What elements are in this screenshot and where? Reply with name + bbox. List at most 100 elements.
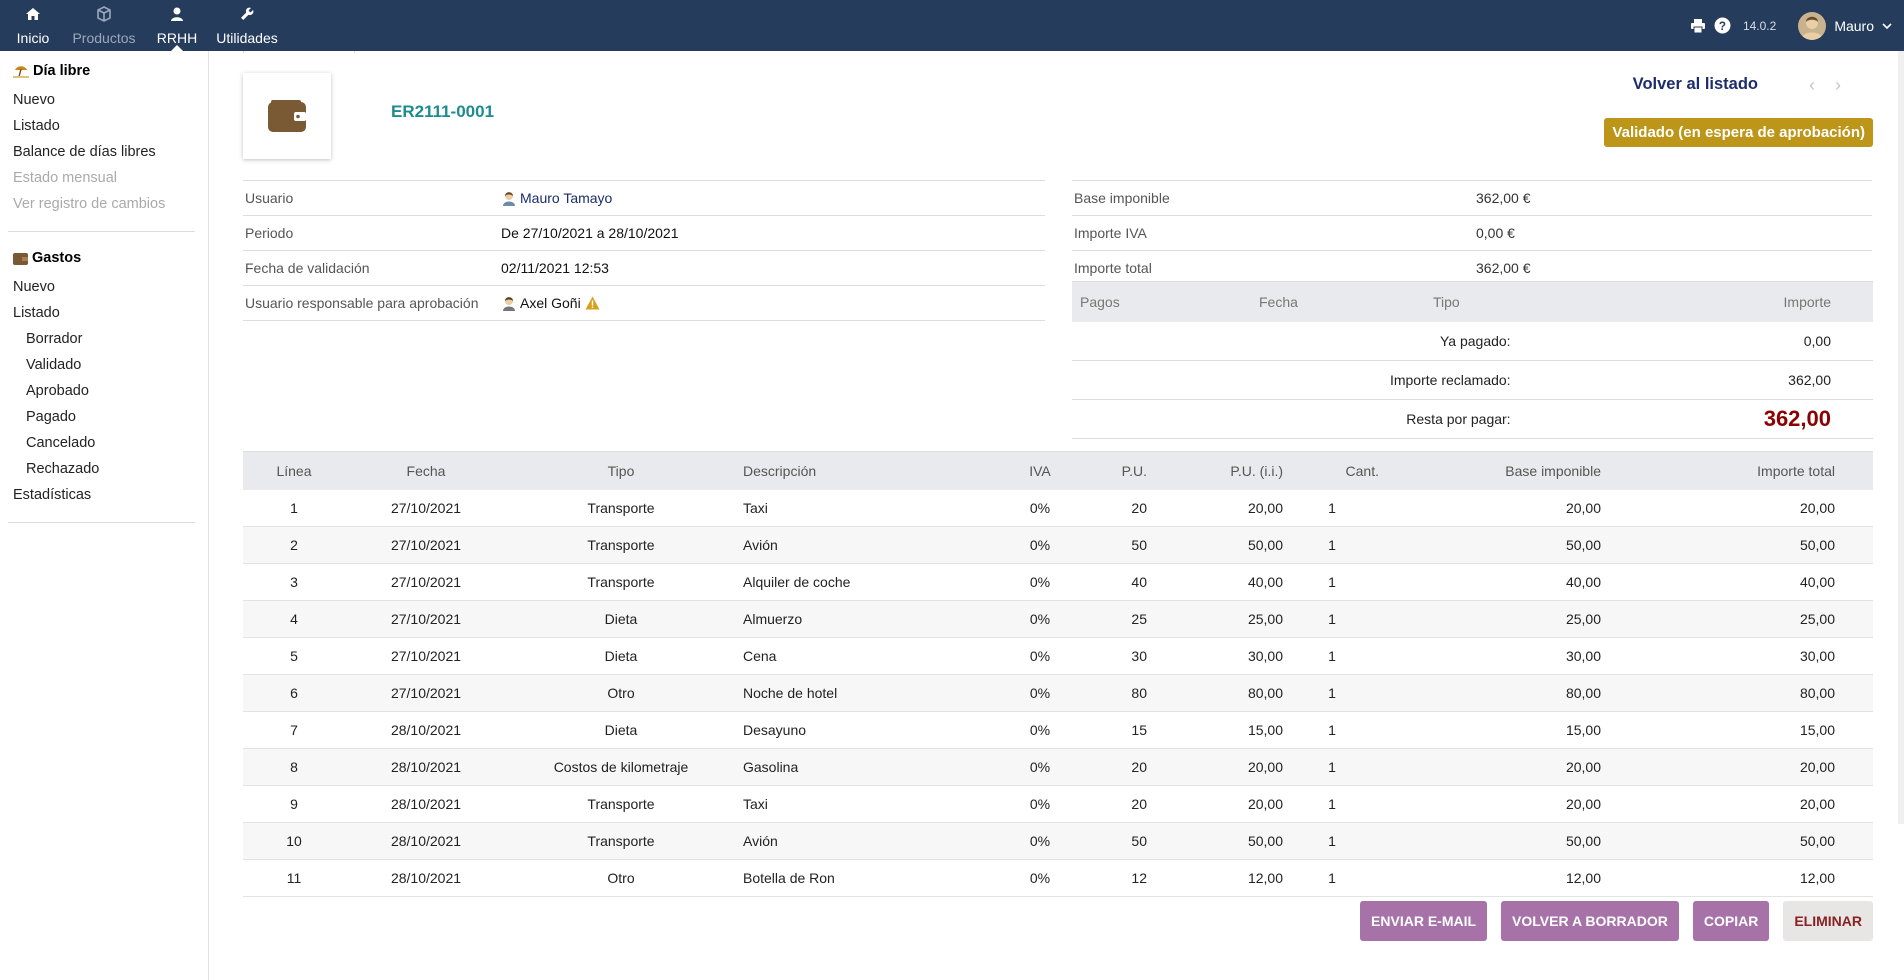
line-qty: 1 [1284,490,1380,527]
sidebar-item-borrador[interactable]: Borrador [13,326,208,352]
info-value: 02/11/2021 12:53 [500,250,1045,286]
expense-lines-table: Línea Fecha Tipo Descripción IVA P.U. P.… [243,451,1873,897]
info-value: Mauro Tamayo [500,180,1045,216]
prev-record-icon[interactable]: ‹ [1809,75,1835,95]
line-description: Alquiler de coche [735,563,1014,601]
menu-rrhh-label: RRHH [156,30,198,46]
line-qty: 1 [1284,674,1380,712]
line-number: 2 [243,526,345,564]
menu-productos[interactable]: Productos [66,0,142,51]
line-date: 27/10/2021 [345,563,507,601]
line-base: 40,00 [1380,563,1602,601]
delete-button[interactable]: ELIMINAR [1783,901,1873,941]
line-qty: 1 [1284,859,1380,897]
sidebar-item-aprobado[interactable]: Aprobado [13,378,208,404]
send-email-button[interactable]: ENVIAR E-MAIL [1360,901,1488,941]
info-row: Periodo De 27/10/2021 a 28/10/2021 [243,215,1045,251]
line-total: 20,00 [1602,490,1873,527]
totals-table: Base imponible 362,00 € Importe IVA 0,00… [1072,180,1872,285]
totals-value: 362,00 € [1475,180,1872,216]
line-total: 20,00 [1602,785,1873,823]
sidebar-item-validado[interactable]: Validado [13,352,208,378]
paid-label: Ya pagado: [1072,322,1535,361]
back-to-draft-button[interactable]: VOLVER A BORRADOR [1501,901,1679,941]
remain-cell: 362,00 [1534,399,1873,439]
left-sidebar: Día libre Nuevo Listado Balance de días … [0,51,209,980]
copy-button[interactable]: COPIAR [1692,901,1770,941]
chevron-down-icon[interactable] [1882,21,1892,31]
line-unit-price: 50 [1066,526,1148,564]
line-number: 9 [243,785,345,823]
remain-row: Resta por pagar: 362,00 [1072,399,1873,439]
line-date: 28/10/2021 [345,822,507,860]
line-base: 50,00 [1380,822,1602,860]
line-vat: 0% [1014,748,1066,786]
line-description: Avión [735,822,1014,860]
user-avatar[interactable] [1798,11,1827,40]
sidebar-item-nuevo-dia[interactable]: Nuevo [13,87,208,113]
sidebar-section-title: Gastos [13,250,208,266]
line-date: 27/10/2021 [345,526,507,564]
expense-report-card [243,73,331,159]
line-total: 40,00 [1602,563,1873,601]
line-description: Avión [735,526,1014,564]
totals-label: Base imponible [1072,180,1475,216]
help-icon[interactable]: ? [1714,17,1731,34]
col-header: Base imponible [1380,451,1602,490]
line-type: Dieta [507,600,735,638]
line-number: 11 [243,859,345,897]
table-row: 6 27/10/2021 Otro Noche de hotel 0% 80 80,00 1 8… [243,674,1873,712]
scrollbar[interactable] [1898,51,1904,824]
sidebar-item-estadisticas[interactable]: Estadísticas [13,482,208,508]
line-type: Transporte [507,785,735,823]
cube-icon [97,6,111,22]
printer-icon[interactable] [1690,18,1706,34]
info-label: Periodo [243,215,500,251]
approver-link[interactable]: Axel Goñi [520,295,581,311]
sidebar-divider [8,522,195,523]
version-label: 14.0.2 [1742,18,1777,33]
info-row: Usuario responsable para aprobación Axel… [243,285,1045,321]
sidebar-item-balance[interactable]: Balance de días libres [13,139,208,165]
table-row: 2 27/10/2021 Transporte Avión 0% 50 50,00 1 50,0… [243,526,1873,564]
sidebar-item-nuevo-gasto[interactable]: Nuevo [13,274,208,300]
menu-inicio[interactable]: Inicio [0,0,66,51]
line-base: 50,00 [1380,526,1602,564]
remain-label: Resta por pagar: [1072,399,1535,439]
line-vat: 0% [1014,859,1066,897]
next-record-icon[interactable]: › [1835,75,1861,95]
menu-utilidades[interactable]: Utilidades [212,0,282,51]
line-number: 6 [243,674,345,712]
col-header: P.U. (i.i.) [1148,451,1284,490]
home-icon [26,8,40,20]
sidebar-item-rechazado[interactable]: Rechazado [13,456,208,482]
wallet-icon [268,100,306,132]
col-header-pagos: Pagos [1072,281,1251,322]
line-type: Otro [507,859,735,897]
totals-row: Importe total 362,00 € [1072,250,1872,285]
line-base: 25,00 [1380,600,1602,638]
sidebar-item-cancelado[interactable]: Cancelado [13,430,208,456]
sidebar-item-listado-gasto[interactable]: Listado [13,300,208,326]
menu-rrhh[interactable]: RRHH [142,0,212,51]
line-description: Taxi [735,490,1014,527]
line-number: 5 [243,637,345,675]
line-total: 12,00 [1602,859,1873,897]
line-number: 8 [243,748,345,786]
back-to-list-link[interactable]: Volver al listado [1633,75,1758,94]
user-link[interactable]: Mauro Tamayo [520,190,612,206]
col-header-fecha: Fecha [1251,281,1425,322]
user-name[interactable]: Mauro [1834,18,1874,34]
table-row: 3 27/10/2021 Transporte Alquiler de coche 0%… [243,563,1873,601]
sidebar-item-listado-dia[interactable]: Listado [13,113,208,139]
line-type: Transporte [507,490,735,527]
sidebar-divider [8,231,195,232]
line-unit-price: 20 [1066,490,1148,527]
info-value: De 27/10/2021 a 28/10/2021 [500,215,1045,251]
wrench-icon [241,7,254,20]
status-badge: Validado (en espera de aprobación) [1604,118,1873,147]
line-number: 1 [243,490,345,527]
sidebar-item-pagado[interactable]: Pagado [13,404,208,430]
totals-row: Base imponible 362,00 € [1072,180,1872,216]
section1-title: Día libre [33,63,91,79]
